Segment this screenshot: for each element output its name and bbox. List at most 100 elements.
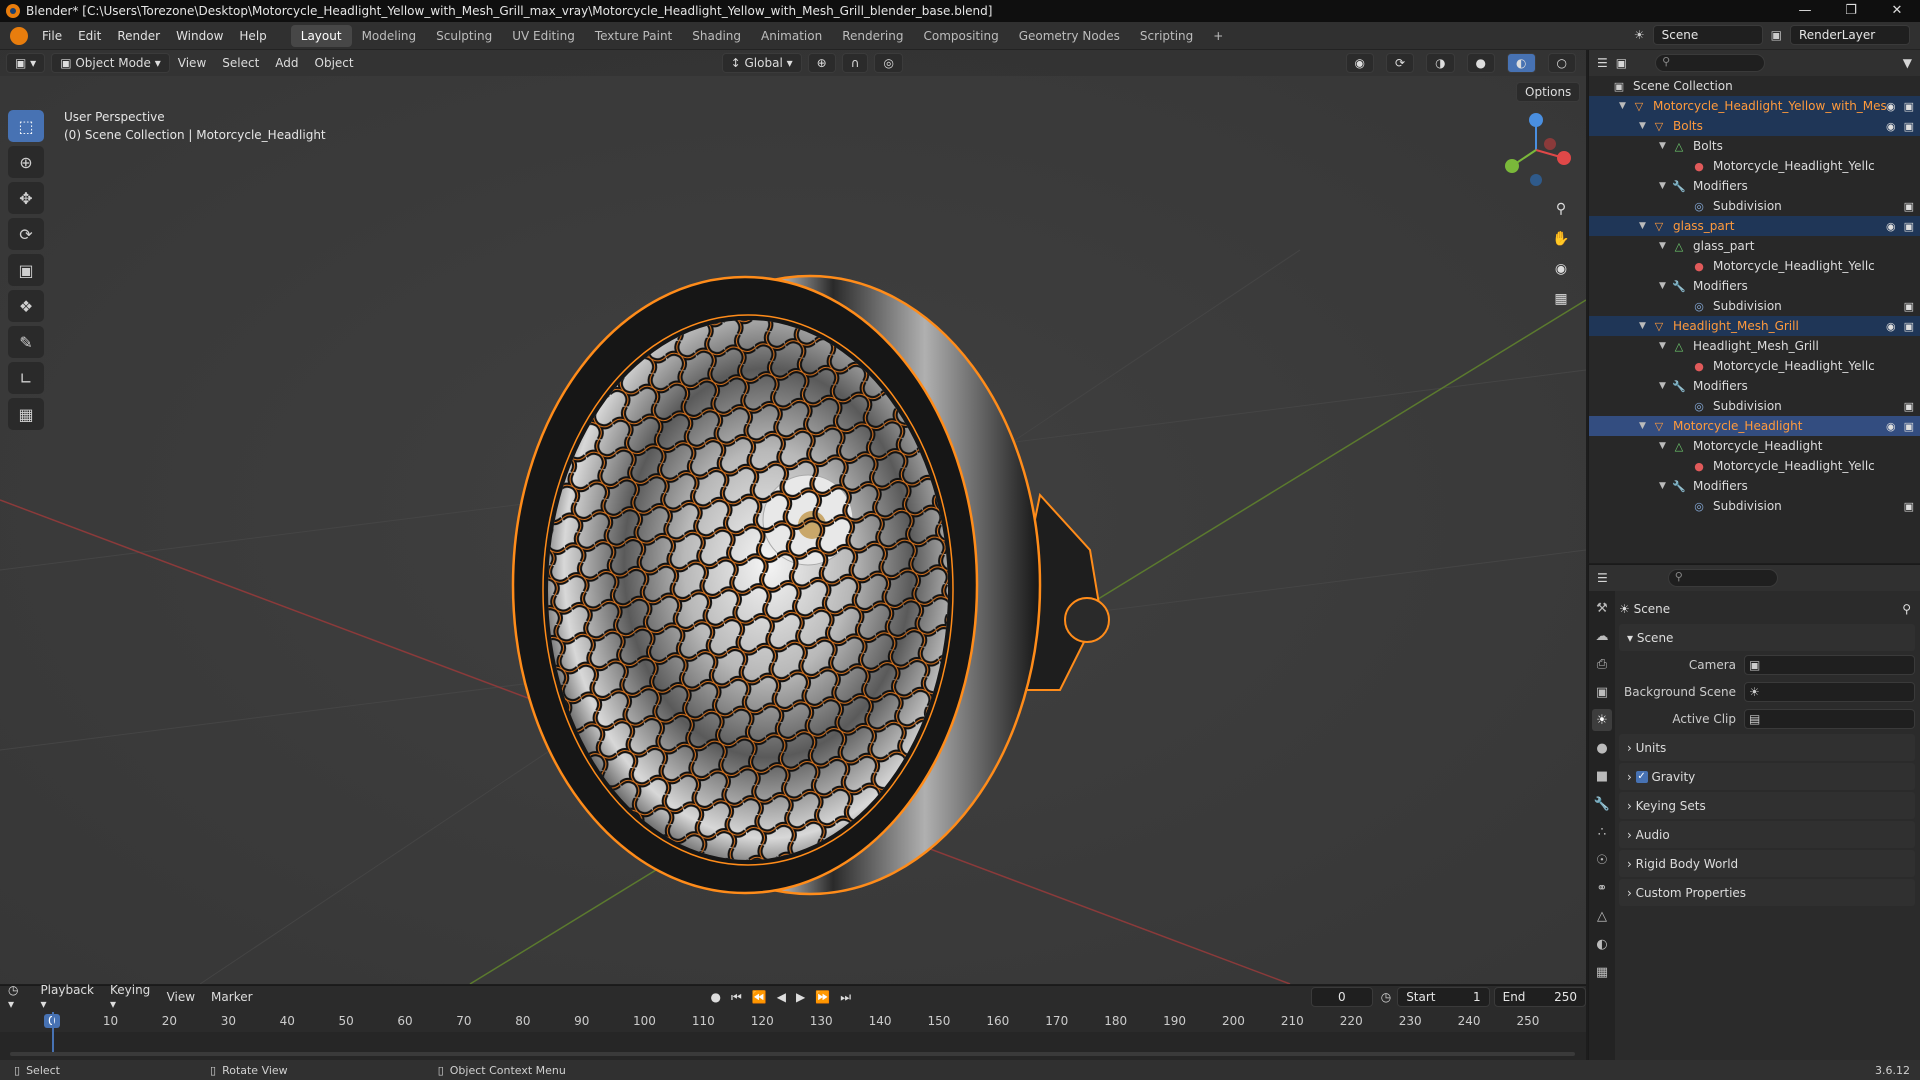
outliner-row[interactable]: ◎ Subdivision ▣ (1589, 296, 1920, 316)
move-tool-icon[interactable]: ✥ (8, 182, 44, 214)
constraints-tab-icon[interactable]: ⚭ (1592, 877, 1612, 899)
expand-toggle-icon[interactable]: ▼ (1659, 381, 1671, 391)
camera-field[interactable]: ▣ (1744, 654, 1915, 675)
render-camera-icon[interactable]: ▣ (1904, 120, 1914, 133)
expand-toggle-icon[interactable]: ▼ (1659, 141, 1671, 151)
pivot-point-icon[interactable]: ⊕ (807, 53, 836, 73)
scene-tab-icon[interactable]: ☀ (1592, 709, 1612, 731)
shading-solid-icon[interactable]: ● (1466, 53, 1496, 73)
close-icon[interactable]: ✕ (1874, 0, 1920, 22)
output-tab-icon[interactable]: ⎙ (1592, 653, 1612, 675)
material-tab-icon[interactable]: ◐ (1592, 933, 1612, 955)
object-tab-icon[interactable]: ■ (1592, 765, 1612, 787)
timeline-view-menu[interactable]: View (159, 990, 203, 1004)
scale-tool-icon[interactable]: ▣ (8, 254, 44, 286)
view-layer-tab-icon[interactable]: ▣ (1592, 681, 1612, 703)
expand-toggle-icon[interactable]: ▼ (1659, 441, 1671, 451)
viewport-menu-add[interactable]: Add (267, 56, 306, 70)
outliner-row[interactable]: ▼ ▽ Headlight_Mesh_Grill ◉ ▣ (1589, 316, 1920, 336)
properties-editor-icon[interactable]: ☰ (1597, 571, 1608, 585)
marker-menu[interactable]: Marker (203, 990, 260, 1004)
render-camera-icon[interactable]: ▣ (1904, 420, 1914, 433)
snap-icon[interactable]: ∩ (841, 53, 869, 73)
record-icon[interactable]: ● (711, 990, 721, 1005)
play-reverse-icon[interactable]: ◀ (777, 990, 786, 1005)
expand-toggle-icon[interactable]: ▼ (1659, 481, 1671, 491)
scene-selector[interactable]: Scene (1652, 25, 1763, 45)
eye-visibility-icon[interactable]: ◉ (1886, 120, 1896, 133)
render-camera-icon[interactable]: ▣ (1904, 300, 1914, 313)
outliner-search-input[interactable]: ⚲ (1655, 54, 1766, 72)
gravity-checkbox[interactable]: ✓ (1635, 770, 1648, 783)
outliner-row[interactable]: ▼ 🔧 Modifiers (1589, 276, 1920, 296)
tool-tab-icon[interactable]: ⚒ (1592, 597, 1612, 619)
outliner-row[interactable]: ▼ △ Headlight_Mesh_Grill (1589, 336, 1920, 356)
properties-search-input[interactable]: ⚲ (1667, 569, 1778, 587)
expand-toggle-icon[interactable]: ▼ (1639, 421, 1651, 431)
outliner-row[interactable]: ▼ ▽ Motorcycle_Headlight ◉ ▣ (1589, 416, 1920, 436)
background-scene-field[interactable]: ☀ (1744, 681, 1915, 702)
active-clip-field[interactable]: ▤ (1744, 708, 1915, 729)
menu-file[interactable]: File (34, 29, 70, 43)
transform-tool-icon[interactable]: ❖ (8, 290, 44, 322)
jump-end-icon[interactable]: ⏭ (840, 990, 851, 1005)
render-camera-icon[interactable]: ▣ (1904, 500, 1914, 513)
tab-texture-paint[interactable]: Texture Paint (585, 25, 682, 47)
pan-hand-icon[interactable]: ✋ (1548, 226, 1574, 252)
menu-help[interactable]: Help (231, 29, 274, 43)
data-tab-icon[interactable]: △ (1592, 905, 1612, 927)
outliner-row[interactable]: ● Motorcycle_Headlight_Yellc (1589, 256, 1920, 276)
modifier-tab-icon[interactable]: 🔧 (1592, 793, 1612, 815)
outliner-row[interactable]: ◎ Subdivision ▣ (1589, 196, 1920, 216)
render-camera-icon[interactable]: ▣ (1904, 100, 1914, 113)
eye-visibility-icon[interactable]: ◉ (1886, 220, 1896, 233)
outliner-row[interactable]: ▼ 🔧 Modifiers (1589, 476, 1920, 496)
expand-toggle-icon[interactable]: ▼ (1639, 121, 1651, 131)
menu-edit[interactable]: Edit (70, 29, 109, 43)
expand-toggle-icon[interactable]: ▼ (1659, 241, 1671, 251)
eye-visibility-icon[interactable]: ◉ (1886, 100, 1896, 113)
outliner-editor-icon[interactable]: ☰ (1597, 56, 1608, 70)
outliner-row[interactable]: ▼ ▽ Motorcycle_Headlight_Yellow_with_Mes ◉ ▣ (1589, 96, 1920, 116)
zoom-icon[interactable]: ⚲ (1548, 196, 1574, 222)
outliner-row[interactable]: ● Motorcycle_Headlight_Yellc (1589, 356, 1920, 376)
custom-properties-panel[interactable]: › Custom Properties (1619, 879, 1915, 906)
expand-toggle-icon[interactable]: ▼ (1639, 221, 1651, 231)
display-mode-icon[interactable]: ▣ (1616, 56, 1627, 70)
camera-view-icon[interactable]: ◉ (1548, 256, 1574, 282)
play-icon[interactable]: ▶ (796, 990, 805, 1005)
menu-render[interactable]: Render (109, 29, 168, 43)
render-camera-icon[interactable]: ▣ (1904, 200, 1914, 213)
texture-tab-icon[interactable]: ▦ (1592, 961, 1612, 983)
rigid-body-world-panel[interactable]: › Rigid Body World (1619, 850, 1915, 877)
cursor-tool-icon[interactable]: ⊕ (8, 146, 44, 178)
timeline-track-area[interactable] (0, 1012, 1586, 1060)
restore-icon[interactable]: ❐ (1828, 0, 1874, 22)
tab-rendering[interactable]: Rendering (832, 25, 913, 47)
ortho-grid-icon[interactable]: ▦ (1548, 286, 1574, 312)
viewport-menu-view[interactable]: View (170, 56, 214, 70)
visibility-icon[interactable]: ◉ (1345, 53, 1374, 73)
jump-start-icon[interactable]: ⏮ (731, 990, 742, 1005)
render-camera-icon[interactable]: ▣ (1904, 320, 1914, 333)
measure-tool-icon[interactable]: ∟ (8, 362, 44, 394)
audio-panel[interactable]: › Audio (1619, 821, 1915, 848)
proportional-edit-icon[interactable]: ◎ (874, 53, 903, 73)
tab-scripting[interactable]: Scripting (1130, 25, 1203, 47)
render-layer-selector[interactable]: RenderLayer (1790, 25, 1910, 45)
outliner-row[interactable]: ▼ △ Motorcycle_Headlight (1589, 436, 1920, 456)
filter-icon[interactable]: ▼ (1903, 56, 1912, 70)
editor-type-button[interactable]: ▣ ▾ (6, 53, 46, 73)
next-keyframe-icon[interactable]: ⏩ (815, 990, 830, 1005)
annotate-tool-icon[interactable]: ✎ (8, 326, 44, 358)
viewport-menu-select[interactable]: Select (214, 56, 267, 70)
frame-ruler[interactable]: 0102030405060708090100110120130140150160… (0, 1012, 1586, 1032)
outliner-row[interactable]: ◎ Subdivision ▣ (1589, 496, 1920, 516)
render-camera-icon[interactable]: ▣ (1904, 400, 1914, 413)
viewport-menu-object[interactable]: Object (307, 56, 362, 70)
playhead[interactable] (52, 1012, 54, 1056)
shading-material-icon[interactable]: ◐ (1507, 53, 1536, 73)
expand-toggle-icon[interactable]: ▼ (1619, 101, 1631, 111)
select-box-tool-icon[interactable]: ⬚ (8, 110, 44, 142)
eye-visibility-icon[interactable]: ◉ (1886, 320, 1896, 333)
